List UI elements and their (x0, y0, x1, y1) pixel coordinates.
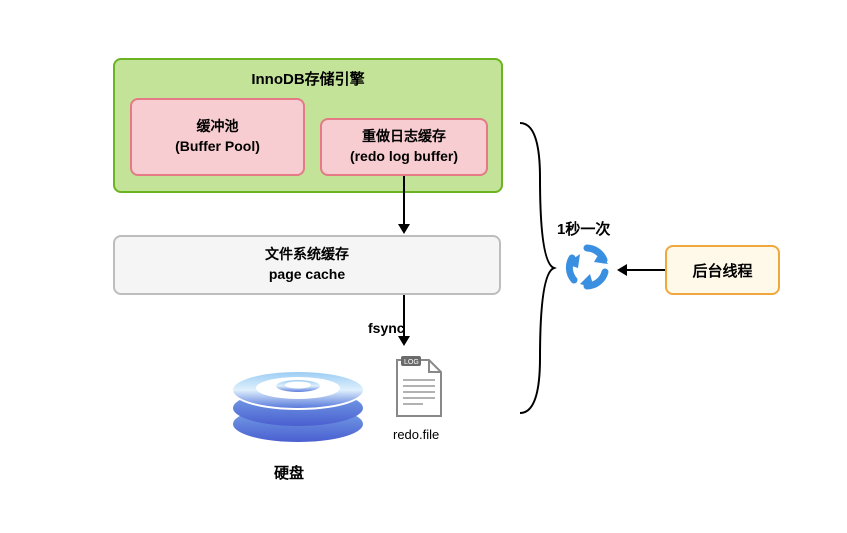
page-cache-label-1: 文件系统缓存 (265, 245, 349, 265)
fsync-label: fsync (368, 320, 405, 336)
svg-text:LOG: LOG (404, 359, 419, 366)
page-cache-label-2: page cache (269, 265, 345, 285)
redo-buffer-label-2: (redo log buffer) (350, 147, 458, 167)
arrow-down-icon (396, 176, 412, 235)
page-cache-box: 文件系统缓存 page cache (113, 235, 501, 295)
disk-label: 硬盘 (274, 462, 304, 483)
buffer-pool-label-1: 缓冲池 (197, 117, 239, 137)
disk-stack-icon (226, 346, 371, 451)
interval-label: 1秒一次 (557, 218, 610, 239)
innodb-title: InnoDB存储引擎 (115, 68, 501, 89)
log-file-icon: LOG (393, 352, 445, 420)
right-brace-icon (510, 118, 558, 418)
buffer-pool-label-2: (Buffer Pool) (175, 137, 260, 157)
background-thread-box: 后台线程 (665, 245, 780, 295)
bg-thread-label: 后台线程 (692, 260, 752, 281)
redo-log-buffer-box: 重做日志缓存 (redo log buffer) (320, 118, 488, 176)
redo-buffer-label-1: 重做日志缓存 (362, 127, 446, 147)
redo-file-label: redo.file (393, 427, 439, 442)
refresh-cycle-icon (560, 240, 614, 294)
buffer-pool-box: 缓冲池 (Buffer Pool) (130, 98, 305, 176)
arrow-left-icon (615, 262, 665, 278)
